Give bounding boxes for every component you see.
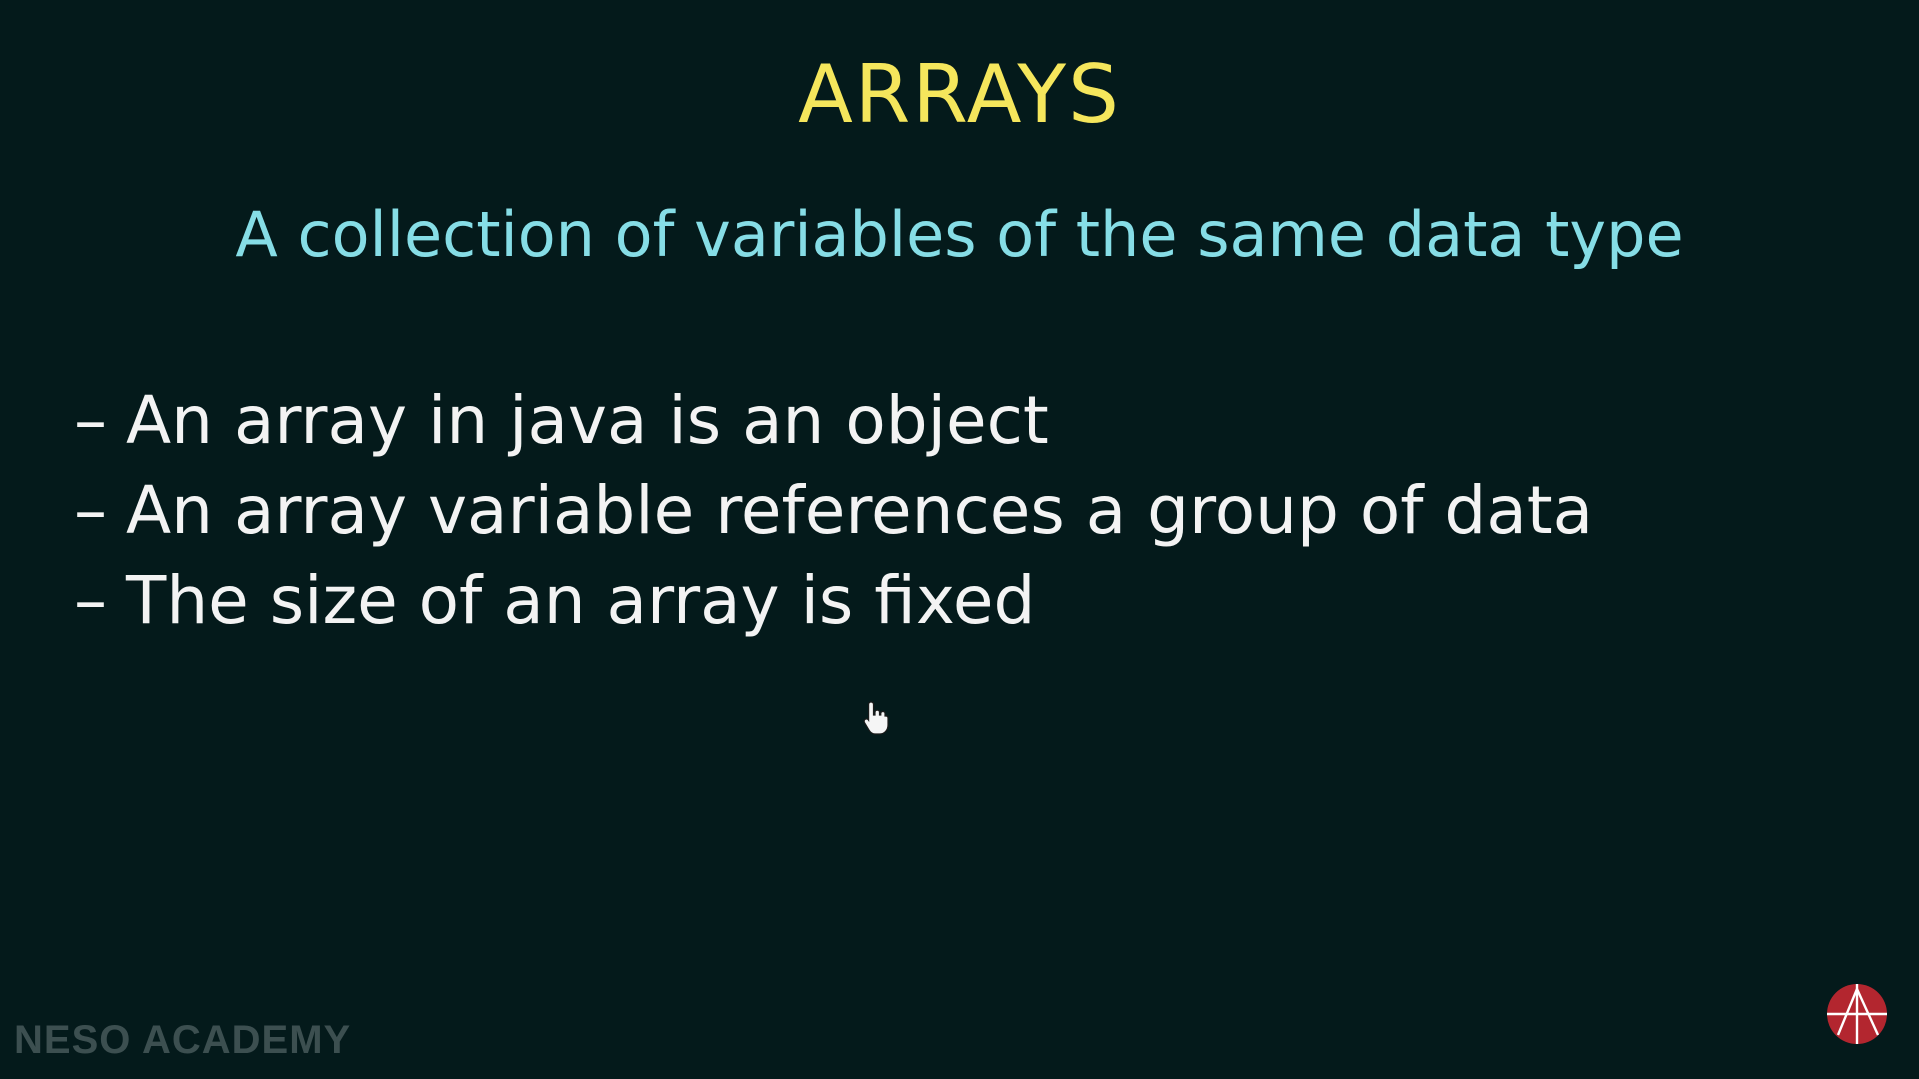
bullet-marker: –	[74, 472, 107, 549]
bullet-item: – The size of an array is fixed	[74, 562, 1593, 652]
bullet-item: – An array in java is an object	[74, 382, 1593, 472]
slide-subtitle: A collection of variables of the same da…	[235, 198, 1684, 271]
bullet-list: – An array in java is an object – An arr…	[74, 382, 1593, 652]
bullet-marker: –	[74, 562, 107, 639]
bullet-text: The size of an array is fixed	[126, 562, 1036, 639]
neso-academy-logo-icon	[1827, 984, 1887, 1044]
slide-title: ARRAYS	[798, 48, 1121, 141]
bullet-item: – An array variable references a group o…	[74, 472, 1593, 562]
slide: ARRAYS A collection of variables of the …	[0, 0, 1919, 1079]
hand-pointer-icon	[863, 701, 889, 735]
watermark-text: NESO ACADEMY	[14, 1018, 352, 1062]
bullet-marker: –	[74, 382, 107, 459]
bullet-text: An array variable references a group of …	[126, 472, 1594, 549]
bullet-text: An array in java is an object	[126, 382, 1049, 459]
